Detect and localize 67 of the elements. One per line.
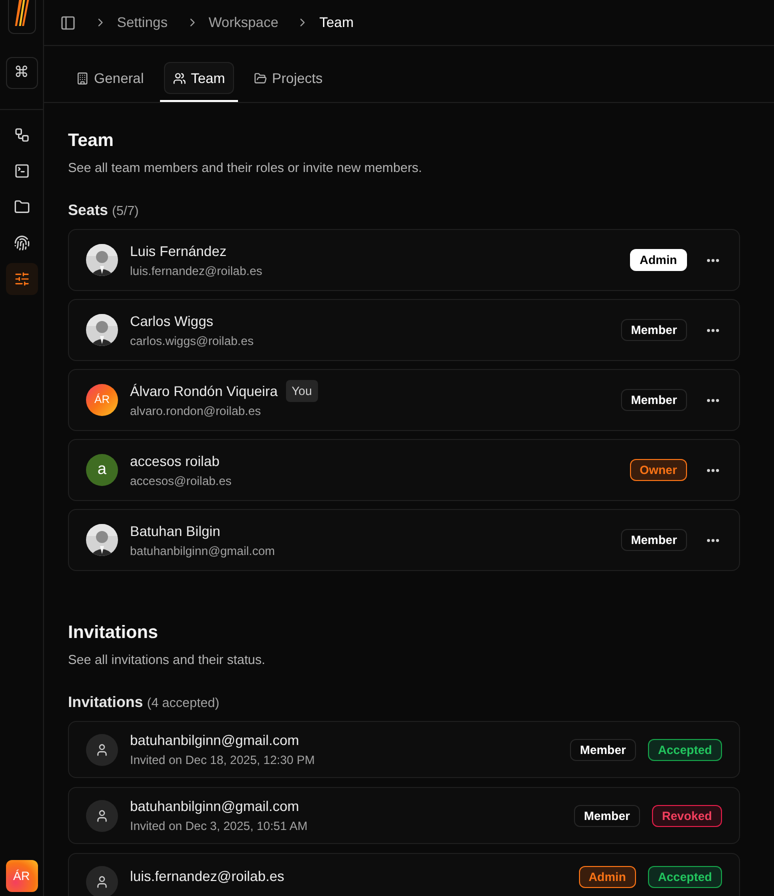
sliders-icon — [14, 271, 30, 287]
folder-icon — [14, 199, 30, 215]
member-email: accesos@roilab.es — [130, 472, 232, 490]
member-name: Luis Fernández — [130, 242, 227, 260]
workflow-icon — [14, 127, 30, 143]
fingerprint-icon — [14, 235, 30, 251]
member-name: Álvaro Rondón Viqueira — [130, 382, 278, 401]
member-email: batuhanbilginn@gmail.com — [130, 542, 275, 560]
user-icon — [86, 800, 118, 832]
section-description: See all team members and their roles or invite new members. — [68, 159, 424, 177]
ellipsis-icon — [707, 468, 719, 472]
tab[interactable]: Projects — [242, 57, 335, 102]
section-title: Team — [68, 129, 115, 152]
status-label: Revoked — [652, 804, 722, 826]
role-label: Owner — [630, 459, 687, 481]
building-icon — [76, 72, 89, 84]
panel-icon — [60, 14, 76, 30]
breadcrumb-item[interactable]: Settings — [117, 12, 168, 33]
invitation-email: batuhanbilginn@gmail.com — [130, 797, 300, 816]
breadcrumb-item[interactable]: Workspace — [208, 12, 278, 33]
tab[interactable]: General — [64, 57, 156, 102]
role-label: Admin — [578, 866, 636, 888]
section-description: See all invitations and their status. — [68, 651, 266, 669]
member-name: accesos roilab — [130, 452, 220, 470]
more-button[interactable] — [707, 538, 719, 542]
user-avatar: a — [86, 454, 118, 486]
member-email: luis.fernandez@roilab.es — [130, 262, 262, 280]
member-email: alvaro.rondon@roilab.es — [130, 403, 262, 420]
more-button[interactable] — [707, 398, 719, 402]
user-icon — [86, 734, 118, 766]
invitation-date: Invited on Dec 18, 2025, 12:30 PM — [130, 752, 315, 769]
breadcrumb-item: Team — [319, 13, 354, 32]
section-title: Invitations — [68, 621, 160, 644]
accepted-count: (4 accepted) — [147, 694, 220, 712]
member-email: carlos.wiggs@roilab.es — [130, 332, 254, 350]
sidebar-toggle-button[interactable] — [60, 14, 76, 30]
role-label: Member — [620, 389, 687, 411]
list-heading: Seats — [68, 200, 108, 220]
logo-icon — [14, 0, 28, 26]
list-heading: Invitations — [68, 692, 144, 712]
more-button[interactable] — [707, 328, 719, 332]
ellipsis-icon — [707, 258, 719, 262]
status-label: Accepted — [648, 738, 722, 760]
invitation-email: luis.fernandez@roilab.es — [130, 867, 284, 886]
role-label: Member — [574, 804, 640, 826]
terminal-icon — [14, 163, 30, 179]
more-button[interactable] — [707, 258, 719, 262]
user-avatar: ÁR — [86, 384, 118, 416]
folder-icon — [254, 72, 268, 84]
role-label: Member — [570, 738, 636, 760]
command-button[interactable]: ⌘ — [6, 57, 38, 89]
users-icon — [172, 72, 186, 84]
member-name: Carlos Wiggs — [130, 312, 214, 331]
invitation-email: batuhanbilginn@gmail.com — [130, 731, 300, 750]
status-label: Accepted — [648, 866, 722, 888]
sidebar-item[interactable] — [6, 263, 38, 295]
ellipsis-icon — [707, 538, 719, 542]
invitation-date: Invited on Dec 3, 2025, 10:51 AM — [130, 818, 308, 835]
role-label: Member — [620, 319, 687, 341]
role-label: Member — [620, 529, 687, 551]
you-label: You — [286, 380, 318, 402]
ellipsis-icon — [707, 328, 719, 332]
member-name: Batuhan Bilgin — [130, 522, 220, 541]
more-button[interactable] — [707, 468, 719, 472]
ellipsis-icon — [707, 398, 719, 402]
seat-count: (5/7) — [112, 202, 139, 220]
role-label: Admin — [630, 249, 687, 271]
